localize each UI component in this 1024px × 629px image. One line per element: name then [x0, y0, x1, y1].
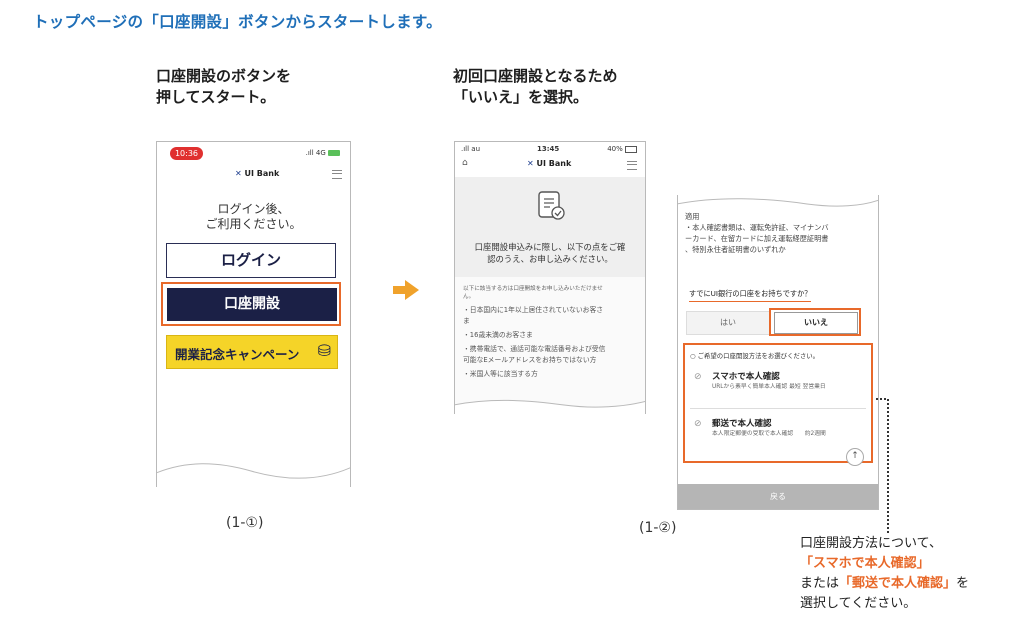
list-item: ・米国人等に該当する方	[463, 370, 538, 378]
note-line3: または「郵送で本人確認」を	[800, 576, 970, 591]
phone-screenshot-account-question: 適用 ・本人確認書類は、運転免許証、マイナンバ ーカード、在留カードに加え運転経…	[677, 195, 879, 510]
step1-caption: 口座開設のボタンを 押してスタート。	[156, 66, 291, 108]
torn-edge	[678, 198, 878, 207]
note-line4: 選択してください。	[800, 596, 917, 611]
no-button[interactable]: いいえ	[774, 312, 858, 334]
check-circle-icon: ⊘	[694, 372, 702, 382]
ui-bank-logo-icon: ✕	[235, 169, 242, 178]
coin-stack-icon: ⛁	[317, 341, 331, 360]
option-title: スマホで本人確認	[712, 372, 780, 382]
option-title: 郵送で本人確認	[712, 419, 772, 429]
brand-logo: ✕ UI Bank	[527, 159, 572, 168]
status-signal: .ıll 4G	[306, 149, 340, 157]
torn-edge	[157, 463, 350, 487]
brand-logo: ✕ UI Bank	[235, 169, 280, 178]
step2-label: (1-②)	[639, 520, 677, 536]
existing-account-question: すでにUI銀行の口座をお持ちですか？	[689, 289, 812, 302]
option-desc: URLから素早く簡単本人確認 最短 翌営業日	[712, 384, 826, 390]
option-smartphone[interactable]: ⊘ スマホで本人確認 URLから素早く簡単本人確認 最短 翌営業日	[690, 366, 866, 409]
campaign-banner[interactable]: 開業記念キャンペーン ⛁	[166, 335, 338, 369]
list-item: ・16歳未満のお客さま	[463, 331, 533, 339]
battery-icon	[328, 150, 340, 156]
connector-line	[876, 398, 889, 533]
list-item: 可能なEメールアドレスをお持ちではない方	[463, 356, 597, 364]
notice-list: 以下に該当する方は口座開設をお申し込みいただけませ ん。 ・日本国内に1年以上居…	[455, 277, 645, 414]
list-item: ま	[463, 317, 470, 325]
option-mail[interactable]: ⊘ 郵送で本人確認 本人限定郵便の受取で本人確認 約2週間	[690, 413, 866, 455]
notice-intro: 口座開設申込みに際し、以下の点をご確 認のうえ、お申し込みください。	[474, 242, 626, 264]
arrow-right-icon	[393, 280, 419, 300]
selection-note: 口座開設方法について、 「スマホで本人確認」 または「郵送で本人確認」を 選択し…	[800, 534, 969, 614]
torn-edge	[455, 399, 645, 414]
ui-bank-logo-icon: ✕	[527, 159, 534, 168]
home-icon[interactable]: ⌂	[462, 158, 468, 168]
step2-caption-line1: 初回口座開設となるため	[453, 67, 618, 85]
check-circle-icon: ⊘	[694, 419, 702, 429]
phone-screenshot-top-page: 10:36 .ıll 4G ✕ UI Bank ログイン後、 ご利用ください。 …	[156, 141, 351, 487]
status-time: 13:45	[537, 145, 560, 153]
status-battery: 40%	[607, 145, 637, 153]
hamburger-menu-icon[interactable]	[627, 161, 637, 170]
step2-caption-line2: 「いいえ」を選択。	[453, 88, 589, 106]
option-desc: 本人限定郵便の受取で本人確認 約2週間	[712, 431, 826, 437]
scroll-top-icon[interactable]: ↑	[846, 448, 864, 466]
method-prompt: ○ ご希望の口座開設方法をお選びください。	[690, 352, 820, 360]
status-carrier: .ıll au	[461, 145, 481, 153]
step2-caption: 初回口座開設となるため 「いいえ」を選択。	[453, 66, 618, 108]
document-check-icon	[538, 191, 565, 220]
status-time: 10:36	[170, 147, 203, 160]
notice-panel: 口座開設申込みに際し、以下の点をご確 認のうえ、お申し込みください。 以下に該当…	[455, 177, 645, 414]
note-line1: 口座開設方法について、	[800, 536, 942, 551]
notice-items: ・日本国内に1年以上居住されていないお客さ ま ・16歳未満のお客さま ・携帯電…	[463, 305, 639, 380]
list-item: ・日本国内に1年以上居住されていないお客さ	[463, 306, 604, 314]
battery-icon	[625, 145, 637, 153]
step1-label: (1-①)	[226, 515, 264, 531]
list-item: ・携帯電話で、通話可能な電話番号および受信	[463, 345, 606, 353]
hamburger-menu-icon[interactable]	[332, 170, 342, 179]
open-account-button[interactable]: 口座開設	[167, 288, 337, 321]
login-greeting: ログイン後、 ご利用ください。	[205, 202, 302, 231]
back-button[interactable]: 戻る	[678, 484, 878, 509]
id-document-text: 適用 ・本人確認書類は、運転免許証、マイナンバ ーカード、在留カードに加え運転経…	[685, 212, 829, 254]
phone-screenshot-notice: .ıll au 13:45 40% ⌂ ✕ UI Bank 口座開設申込みに際し…	[454, 141, 646, 414]
step1-caption-line1: 口座開設のボタンを	[156, 67, 292, 85]
step1-caption-line2: 押してスタート。	[156, 88, 276, 106]
login-button[interactable]: ログイン	[166, 243, 336, 278]
page-heading: トップページの「口座開設」ボタンからスタートします。	[33, 13, 442, 31]
note-line2: 「スマホで本人確認」	[800, 556, 930, 571]
yes-button[interactable]: はい	[686, 311, 770, 335]
campaign-label: 開業記念キャンペーン	[175, 347, 300, 362]
